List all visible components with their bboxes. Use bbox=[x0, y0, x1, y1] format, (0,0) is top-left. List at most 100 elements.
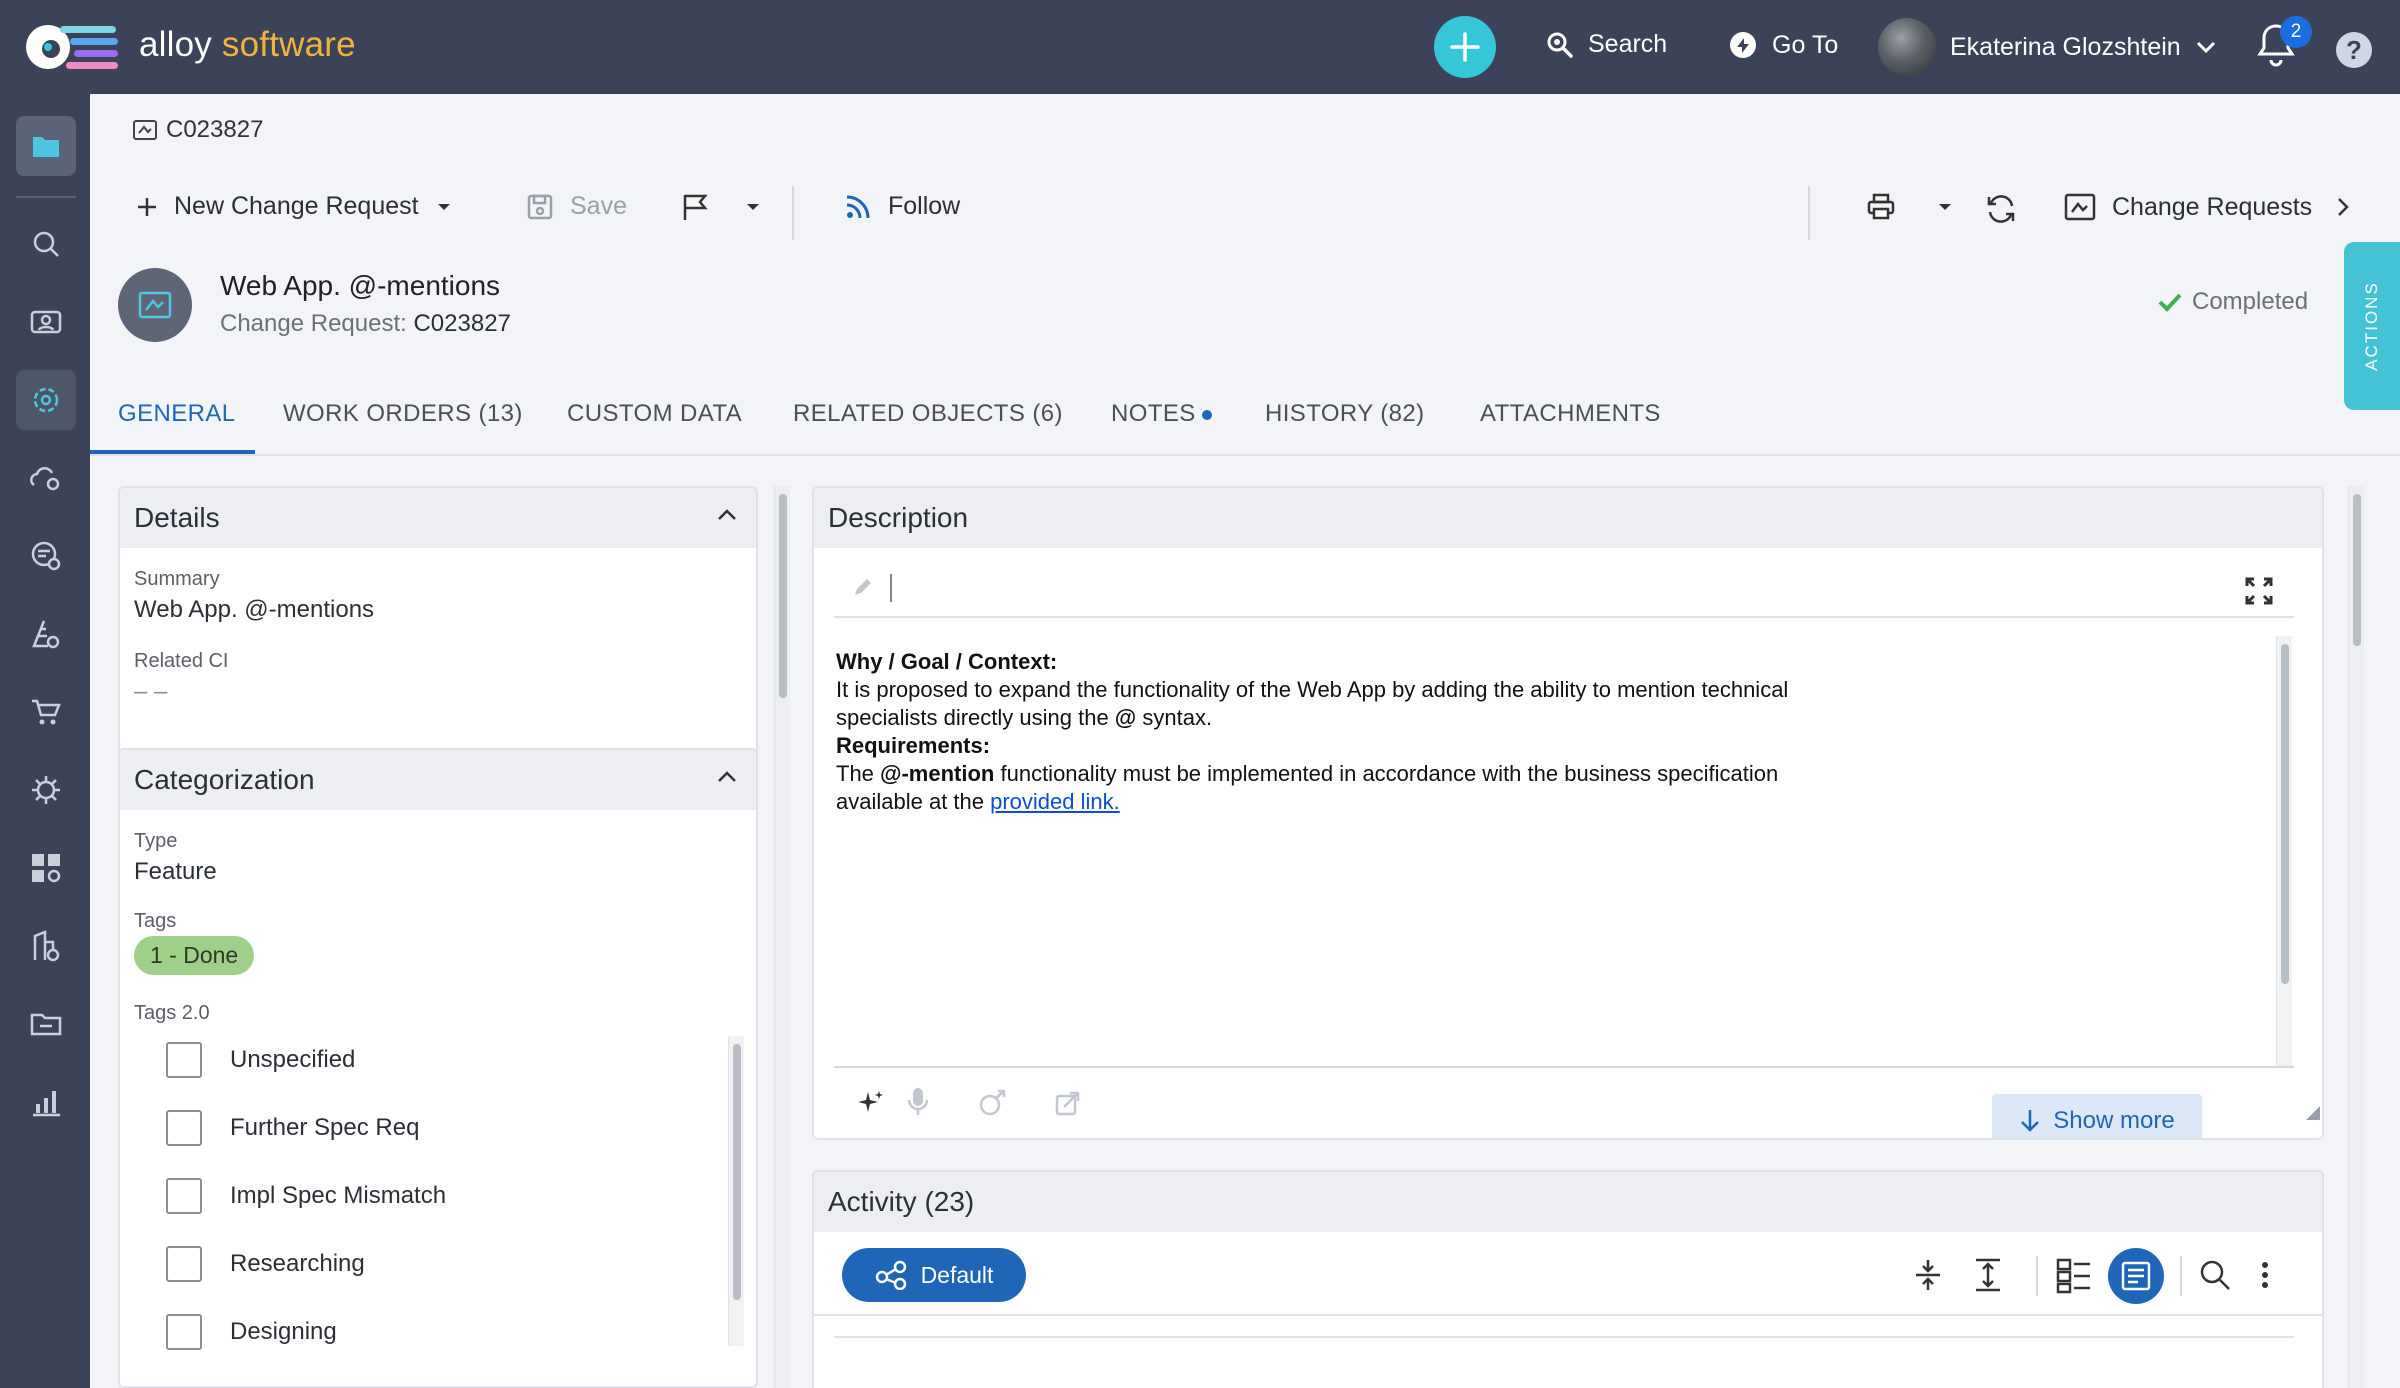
activity-header: Activity (23) bbox=[814, 1172, 2322, 1232]
description-scrollbar[interactable] bbox=[2276, 636, 2292, 1066]
goto-button[interactable]: Go To bbox=[1728, 30, 1838, 60]
rail-folder[interactable] bbox=[16, 116, 76, 176]
caret-down-icon[interactable] bbox=[435, 201, 453, 213]
left-column-scrollbar[interactable] bbox=[774, 486, 790, 1388]
user-menu[interactable]: Ekaterina Glozshtein bbox=[1878, 18, 2217, 76]
scrollbar-thumb[interactable] bbox=[779, 494, 787, 698]
plus-icon bbox=[138, 197, 156, 216]
scrollbar-thumb[interactable] bbox=[733, 1044, 741, 1300]
checkbox[interactable] bbox=[166, 1178, 202, 1214]
rail-dashboards[interactable] bbox=[16, 838, 76, 898]
search-icon[interactable] bbox=[2198, 1258, 2232, 1292]
rail-projects[interactable] bbox=[16, 994, 76, 1054]
tags2-option[interactable]: Unspecified bbox=[166, 1042, 355, 1078]
editor-bottom-rule bbox=[834, 1066, 2294, 1068]
chevron-down-icon bbox=[2196, 41, 2215, 54]
save-button[interactable]: Save bbox=[526, 192, 627, 221]
checkbox[interactable] bbox=[166, 1314, 202, 1350]
toolbar-divider bbox=[1808, 186, 1810, 240]
description-text[interactable]: Why / Goal / Context: It is proposed to … bbox=[836, 648, 1788, 816]
details-title: Details bbox=[134, 502, 220, 533]
scrollbar-thumb[interactable] bbox=[2281, 644, 2289, 984]
activity-panel: Activity (23) Default bbox=[812, 1170, 2324, 1388]
grid-view-icon[interactable] bbox=[2056, 1258, 2092, 1294]
tab-related-objects[interactable]: RELATED OBJECTS (6) bbox=[793, 400, 1063, 428]
flag-button[interactable] bbox=[680, 192, 762, 222]
tags2-option[interactable]: Impl Spec Mismatch bbox=[166, 1178, 446, 1214]
show-more-button[interactable]: Show more bbox=[1992, 1094, 2202, 1138]
description-editor[interactable] bbox=[834, 548, 2294, 618]
brand-part-2: software bbox=[221, 25, 356, 64]
checkbox[interactable] bbox=[166, 1042, 202, 1078]
tags2-option[interactable]: Further Spec Req bbox=[166, 1110, 419, 1146]
rail-problem-settings[interactable] bbox=[16, 526, 76, 586]
collapse-all-icon[interactable] bbox=[1914, 1258, 1942, 1292]
breadcrumb-id[interactable]: C023827 bbox=[166, 116, 263, 144]
tab-notes[interactable]: NOTES bbox=[1111, 400, 1212, 428]
ai-sparkle-icon[interactable] bbox=[856, 1088, 886, 1118]
create-new-button[interactable] bbox=[1434, 16, 1496, 78]
scrollbar-thumb[interactable] bbox=[2353, 494, 2361, 646]
status-badge: Completed bbox=[2158, 288, 2308, 316]
help-button[interactable]: ? bbox=[2336, 32, 2372, 68]
caret-down-icon[interactable] bbox=[1936, 201, 1954, 213]
rail-organizations[interactable] bbox=[16, 916, 76, 976]
rail-service-desk[interactable] bbox=[16, 292, 76, 352]
tab-history[interactable]: HISTORY (82) bbox=[1265, 400, 1425, 428]
list-view-button[interactable] bbox=[2108, 1248, 2164, 1304]
tags2-option[interactable]: Designing bbox=[166, 1314, 337, 1350]
tab-general[interactable]: GENERAL bbox=[118, 400, 236, 428]
right-column-scrollbar[interactable] bbox=[2348, 486, 2364, 1388]
follow-button[interactable]: Follow bbox=[844, 192, 960, 221]
search-icon bbox=[33, 231, 59, 257]
microphone-icon[interactable] bbox=[906, 1086, 930, 1118]
tab-attachments[interactable]: ATTACHMENTS bbox=[1480, 400, 1661, 428]
new-change-request-button[interactable]: New Change Request bbox=[136, 192, 453, 221]
tab-custom-data[interactable]: CUSTOM DATA bbox=[567, 400, 742, 428]
more-vertical-icon[interactable] bbox=[2260, 1260, 2270, 1290]
chevron-up-icon[interactable] bbox=[716, 508, 738, 522]
chevron-right-icon bbox=[2338, 198, 2349, 216]
checkbox[interactable] bbox=[166, 1246, 202, 1282]
tab-work-orders[interactable]: WORK ORDERS (13) bbox=[283, 400, 523, 428]
categorization-header[interactable]: Categorization bbox=[120, 750, 756, 810]
chevron-up-icon[interactable] bbox=[716, 770, 738, 784]
option-label: Unspecified bbox=[230, 1046, 356, 1073]
view-default-button[interactable]: Default bbox=[842, 1248, 1026, 1302]
notification-badge: 2 bbox=[2280, 16, 2312, 48]
rail-search[interactable] bbox=[16, 214, 76, 274]
rail-reports[interactable] bbox=[16, 1072, 76, 1132]
print-button[interactable] bbox=[1866, 192, 1954, 222]
details-header[interactable]: Details bbox=[120, 488, 756, 548]
rail-cloud-settings[interactable] bbox=[16, 448, 76, 508]
type-value: Feature bbox=[134, 858, 217, 885]
resize-handle-icon[interactable] bbox=[2304, 1104, 2322, 1122]
alloy-logo-icon[interactable] bbox=[24, 18, 120, 76]
insert-icon[interactable] bbox=[1054, 1088, 1084, 1118]
checkbox[interactable] bbox=[166, 1110, 202, 1146]
change-requests-nav[interactable]: Change Requests bbox=[2064, 192, 2350, 222]
tags2-option[interactable]: Researching bbox=[166, 1246, 365, 1282]
rail-assets[interactable] bbox=[16, 604, 76, 664]
rail-purchasing[interactable] bbox=[16, 682, 76, 742]
spec-link[interactable]: provided link. bbox=[990, 789, 1120, 814]
rail-change-management[interactable] bbox=[16, 370, 76, 430]
change-requests-label: Change Requests bbox=[2112, 192, 2313, 221]
rail-bugs[interactable] bbox=[16, 760, 76, 820]
flag-icon bbox=[683, 194, 708, 220]
reply-icon[interactable] bbox=[978, 1088, 1008, 1118]
pencil-icon[interactable] bbox=[852, 576, 874, 598]
tag-chip[interactable]: 1 - Done bbox=[134, 936, 255, 975]
caret-down-icon[interactable] bbox=[744, 201, 762, 213]
tags2-scrollbar[interactable] bbox=[728, 1036, 744, 1346]
cone-gear-icon bbox=[32, 620, 60, 649]
actions-label: ACTIONS bbox=[2362, 281, 2381, 371]
expand-all-icon[interactable] bbox=[1974, 1258, 2002, 1292]
search-button[interactable]: Search bbox=[1546, 30, 1667, 59]
record-tabs: GENERAL WORK ORDERS (13) CUSTOM DATA REL… bbox=[90, 374, 2400, 456]
refresh-button[interactable] bbox=[1984, 192, 2018, 226]
expand-icon[interactable] bbox=[2244, 576, 2274, 606]
breadcrumb: C023827 bbox=[132, 116, 263, 144]
requirements-heading: Requirements: bbox=[836, 733, 991, 758]
ticket-icon bbox=[30, 310, 62, 334]
